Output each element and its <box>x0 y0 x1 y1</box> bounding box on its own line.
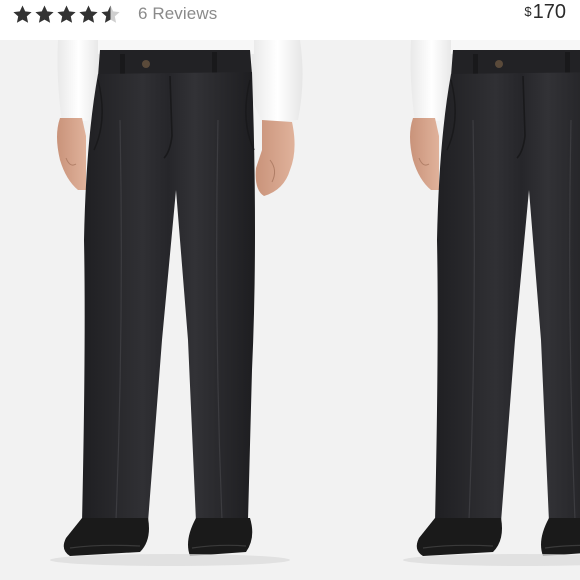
price: $ 170 <box>524 1 566 24</box>
rating-stars[interactable] <box>12 2 121 26</box>
star-icon <box>101 5 120 23</box>
price-currency: $ <box>524 4 532 19</box>
reviews-link[interactable]: 6 Reviews <box>138 4 217 24</box>
star-icon <box>57 5 76 23</box>
star-icon <box>13 5 32 23</box>
listing-header: 6 Reviews $ 170 <box>0 0 580 40</box>
star-icon <box>79 5 98 23</box>
product-photo[interactable] <box>0 40 580 580</box>
product-photo-image <box>0 40 580 580</box>
price-amount: 170 <box>532 1 566 23</box>
star-icon <box>35 5 54 23</box>
product-listing: 6 Reviews $ 170 <box>0 0 580 580</box>
